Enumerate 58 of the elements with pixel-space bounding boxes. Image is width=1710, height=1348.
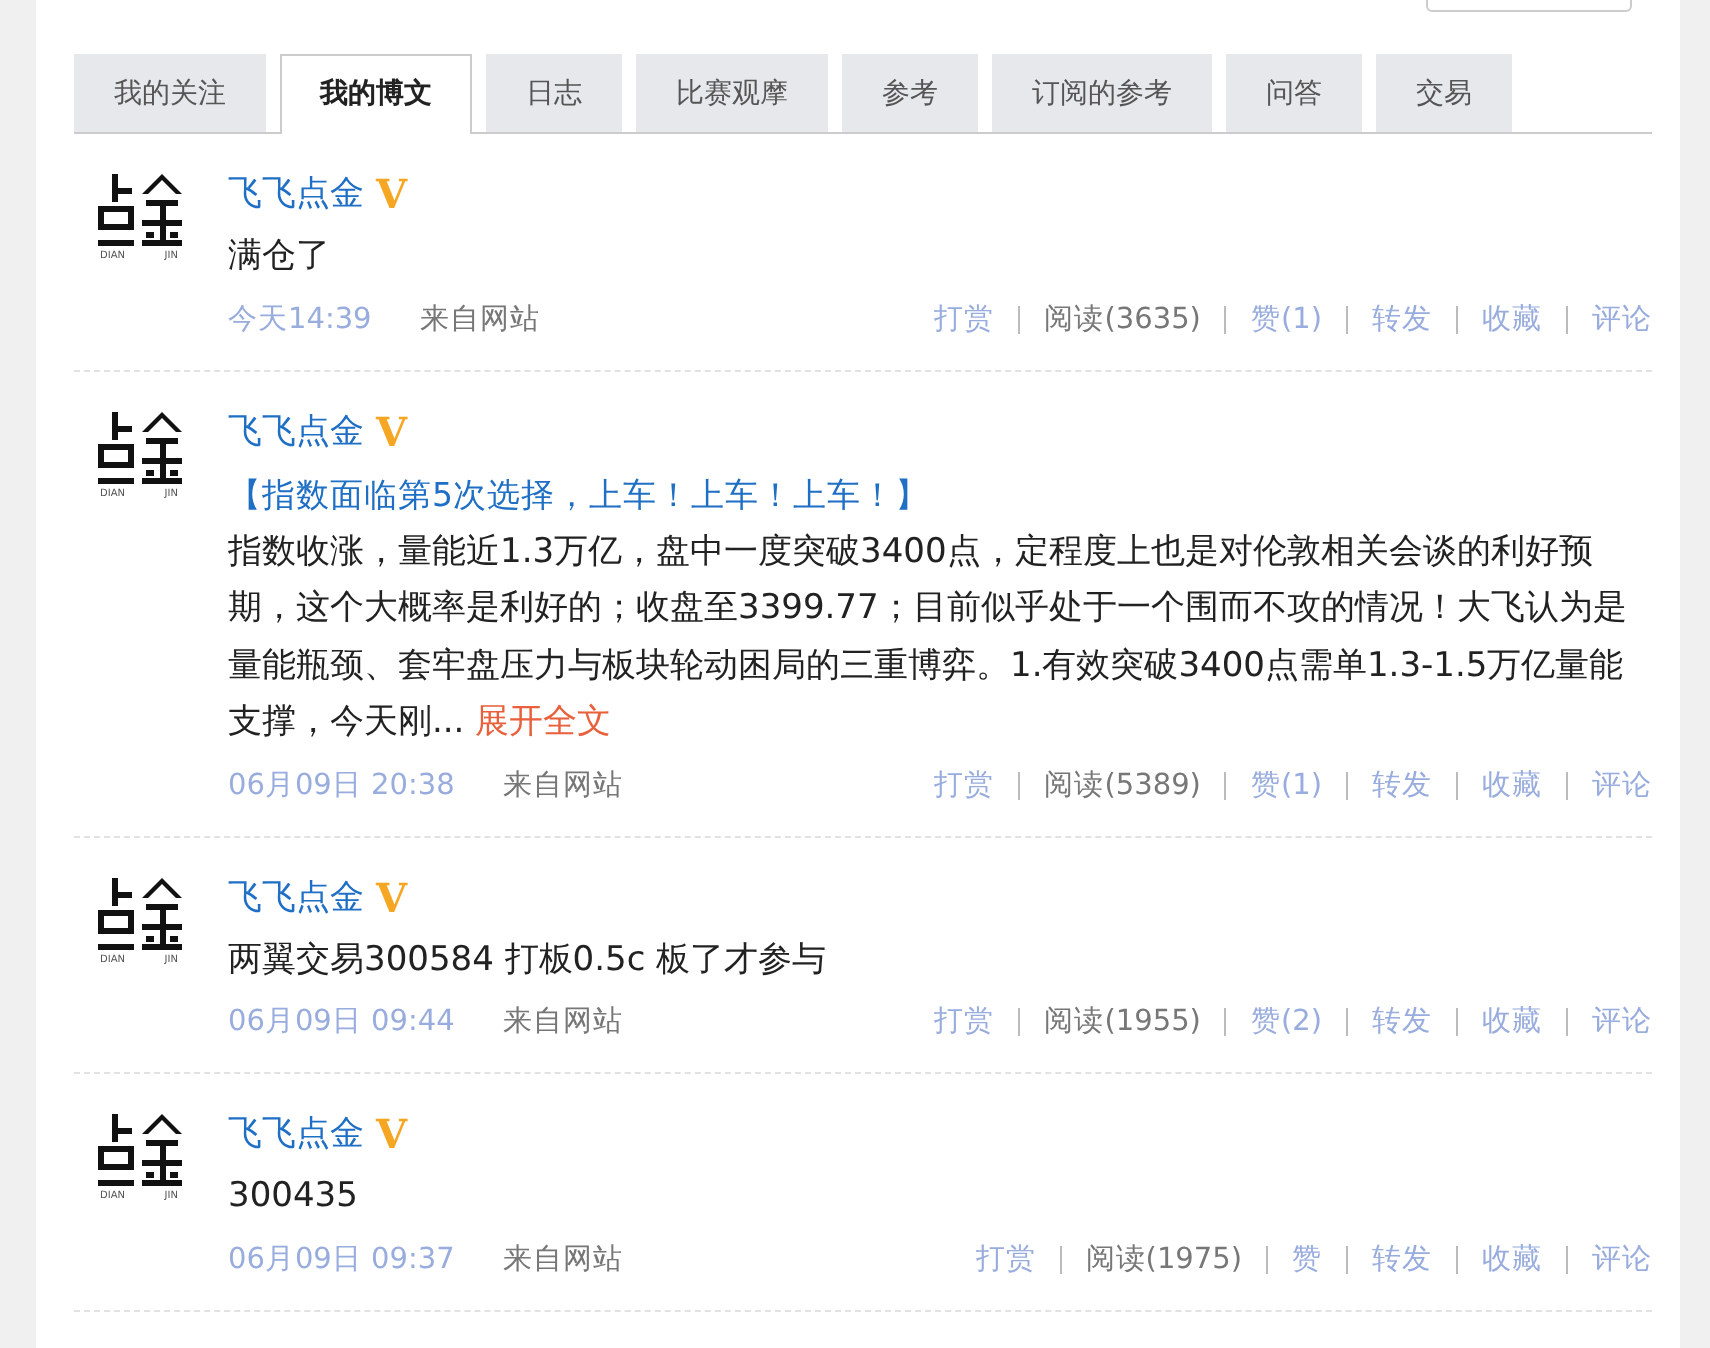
- post-source: 来自网站: [502, 1004, 623, 1042]
- post-time[interactable]: 06月09日 09:37: [228, 1237, 455, 1281]
- action-link[interactable]: 赞: [1292, 1237, 1322, 1281]
- action-link[interactable]: 赞(1): [1250, 763, 1322, 807]
- post-text: 满仓了: [228, 234, 332, 280]
- post-text: 指数收涨，量能近1.3万亿，盘中一度突破3400点，定程度上也是对伦敦相关会谈的利好预期，这个大概率是利好的；收盘至3399.77；目前似乎处于一个围而不攻的情况！大飞认为是量能瓶颈、套牢盘压力与板块轮动困局的三重博弈。1.有效突破3400点需单1.3-1.5万亿量能支撑，今天刚... 展开全文: [228, 529, 1629, 746]
- avatar-logo: [94, 1110, 186, 1190]
- tab[interactable]: 我的博文: [280, 54, 472, 134]
- author-link[interactable]: 飞飞点金: [228, 1110, 364, 1158]
- expand-link[interactable]: 展开全文: [475, 702, 612, 742]
- action-link[interactable]: 打赏: [934, 763, 995, 807]
- action-link[interactable]: 转发: [1372, 297, 1432, 341]
- action-link[interactable]: 转发: [1372, 763, 1432, 807]
- action-link[interactable]: 打赏: [934, 1000, 995, 1044]
- tab[interactable]: 我的关注: [74, 54, 266, 132]
- avatar-logo: [94, 407, 186, 487]
- action-link[interactable]: 转发: [1372, 1000, 1432, 1044]
- action-link[interactable]: 收藏: [1482, 763, 1542, 807]
- action-link[interactable]: 收藏: [1482, 1000, 1542, 1044]
- tab[interactable]: 日志: [486, 54, 622, 132]
- tab[interactable]: 交易: [1376, 54, 1512, 132]
- verified-mark: V: [376, 873, 408, 921]
- verified-mark: V: [376, 170, 408, 218]
- author-link[interactable]: 飞飞点金: [228, 170, 364, 218]
- verified-mark: V: [376, 407, 408, 455]
- post-source: 来自网站: [502, 767, 623, 805]
- post-time[interactable]: 06月09日 20:38: [228, 763, 455, 807]
- tab[interactable]: 问答: [1226, 54, 1362, 132]
- action-link[interactable]: 评论: [1592, 763, 1652, 807]
- action-link[interactable]: 评论: [1592, 297, 1652, 341]
- read-count: 阅读(3635): [1044, 301, 1201, 339]
- read-count: 阅读(1955): [1044, 1004, 1201, 1042]
- verified-mark: V: [376, 1110, 408, 1158]
- action-link[interactable]: 打赏: [975, 1237, 1036, 1281]
- author-link[interactable]: 飞飞点金: [228, 407, 364, 455]
- action-link[interactable]: 评论: [1592, 1237, 1652, 1281]
- action-link[interactable]: 转发: [1372, 1237, 1432, 1281]
- post-source: 来自网站: [419, 301, 540, 339]
- avatar-logo: [94, 170, 186, 250]
- post-source: 来自网站: [502, 1241, 623, 1279]
- author-link[interactable]: 飞飞点金: [228, 873, 364, 921]
- post-title[interactable]: 【指数面临第5次选择，上车！上车！上车！】: [228, 467, 1652, 523]
- action-link[interactable]: 收藏: [1482, 297, 1542, 341]
- tab[interactable]: 比赛观摩: [636, 54, 828, 132]
- tab[interactable]: 订阅的参考: [992, 54, 1212, 132]
- post-time[interactable]: 今天14:39: [228, 297, 372, 341]
- tab[interactable]: 参考: [842, 54, 978, 132]
- post-text: 两翼交易300584 打板0.5c 板了才参与: [228, 937, 829, 983]
- action-link[interactable]: 打赏: [934, 297, 995, 341]
- action-link[interactable]: 评论: [1592, 1000, 1652, 1044]
- action-link[interactable]: 赞(2): [1250, 1000, 1322, 1044]
- post-text: 300435: [228, 1174, 360, 1220]
- read-count: 阅读(1975): [1085, 1241, 1242, 1279]
- avatar-logo: [94, 873, 186, 953]
- action-link[interactable]: 赞(1): [1250, 297, 1322, 341]
- read-count: 阅读(5389): [1044, 767, 1201, 805]
- action-link[interactable]: 收藏: [1482, 1237, 1542, 1281]
- post-time[interactable]: 06月09日 09:44: [228, 1000, 455, 1044]
